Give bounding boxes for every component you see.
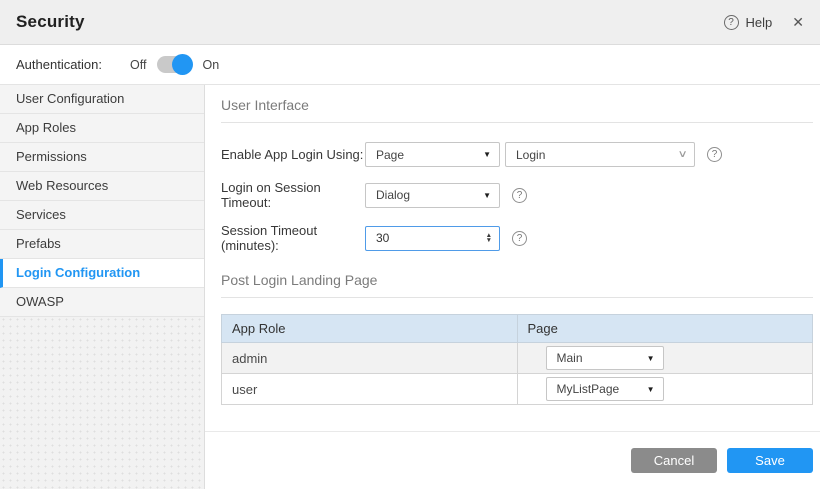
session-timeout-value: 30 (376, 231, 389, 245)
help-icon[interactable]: ? (707, 147, 722, 162)
app-role-cell: user (222, 374, 518, 405)
authentication-row: Authentication: Off On (0, 45, 820, 85)
login-type-value: Page (376, 148, 404, 162)
sidebar-item-login-configuration[interactable]: Login Configuration (0, 259, 204, 288)
titlebar: Security ? Help ✕ (0, 0, 820, 45)
help-icon[interactable]: ? (724, 15, 739, 30)
enable-app-login-label: Enable App Login Using: (221, 147, 365, 162)
toggle-on-label: On (202, 58, 219, 72)
session-timeout-row: Session Timeout (minutes): 30 ▲ ▼ ? (221, 223, 813, 253)
timeout-mode-select[interactable]: Dialog ▼ (365, 183, 500, 208)
landing-page-select-admin[interactable]: Main ▼ (546, 346, 664, 370)
close-icon[interactable]: ✕ (792, 14, 804, 31)
dropdown-arrow-icon: ▼ (483, 150, 491, 159)
section-title-user-interface: User Interface (221, 97, 813, 113)
sidebar-item-web-resources[interactable]: Web Resources (0, 172, 204, 201)
dropdown-arrow-icon: ▼ (647, 385, 655, 394)
table-row: user MyListPage ▼ (222, 374, 813, 405)
page-cell: MyListPage ▼ (517, 374, 813, 405)
help-icon[interactable]: ? (512, 188, 527, 203)
number-stepper-icon[interactable]: ▲ ▼ (486, 233, 492, 244)
sidebar-item-app-roles[interactable]: App Roles (0, 114, 204, 143)
landing-page-value: MyListPage (557, 382, 620, 396)
table-row: admin Main ▼ (222, 343, 813, 374)
action-footer: Cancel Save (205, 431, 820, 489)
page-body: User Configuration App Roles Permissions… (0, 85, 820, 489)
page-cell: Main ▼ (517, 343, 813, 374)
page-title: Security (16, 12, 85, 32)
enable-app-login-row: Enable App Login Using: Page ▼ Login ∨ ? (221, 142, 813, 167)
login-configuration-panel: User Interface Enable App Login Using: P… (205, 85, 820, 489)
save-button[interactable]: Save (727, 448, 813, 473)
stepper-down-icon[interactable]: ▼ (486, 238, 492, 244)
login-type-select[interactable]: Page ▼ (365, 142, 500, 167)
sidebar-item-prefabs[interactable]: Prefabs (0, 230, 204, 259)
sidebar-item-user-configuration[interactable]: User Configuration (0, 85, 204, 114)
app-role-cell: admin (222, 343, 518, 374)
login-page-select[interactable]: Login ∨ (505, 142, 695, 167)
sidebar: User Configuration App Roles Permissions… (0, 85, 205, 489)
section-title-post-login: Post Login Landing Page (221, 272, 813, 288)
toggle-off-label: Off (130, 58, 146, 72)
landing-page-value: Main (557, 351, 583, 365)
section-divider (221, 122, 813, 123)
column-header-page: Page (517, 315, 813, 343)
titlebar-actions: ? Help ✕ (724, 14, 804, 31)
section-divider (221, 297, 813, 298)
help-link[interactable]: Help (746, 15, 773, 30)
table-header-row: App Role Page (222, 315, 813, 343)
session-timeout-label: Session Timeout (minutes): (221, 223, 365, 253)
sidebar-item-owasp[interactable]: OWASP (0, 288, 204, 317)
authentication-label: Authentication: (16, 57, 102, 72)
landing-page-select-user[interactable]: MyListPage ▼ (546, 377, 664, 401)
toggle-knob (172, 54, 193, 75)
dropdown-arrow-icon: ▼ (483, 191, 491, 200)
column-header-app-role: App Role (222, 315, 518, 343)
session-timeout-input[interactable]: 30 ▲ ▼ (365, 226, 500, 251)
sidebar-item-services[interactable]: Services (0, 201, 204, 230)
login-page-value: Login (516, 148, 545, 162)
help-icon[interactable]: ? (512, 231, 527, 246)
login-on-timeout-label: Login on Session Timeout: (221, 180, 365, 210)
post-login-landing-table: App Role Page admin Main ▼ user (221, 314, 813, 405)
dropdown-arrow-icon: ▼ (647, 354, 655, 363)
chevron-down-icon: ∨ (677, 149, 687, 160)
timeout-mode-value: Dialog (376, 188, 410, 202)
sidebar-item-permissions[interactable]: Permissions (0, 143, 204, 172)
cancel-button[interactable]: Cancel (631, 448, 717, 473)
authentication-toggle[interactable] (157, 56, 191, 73)
login-on-timeout-row: Login on Session Timeout: Dialog ▼ ? (221, 180, 813, 210)
